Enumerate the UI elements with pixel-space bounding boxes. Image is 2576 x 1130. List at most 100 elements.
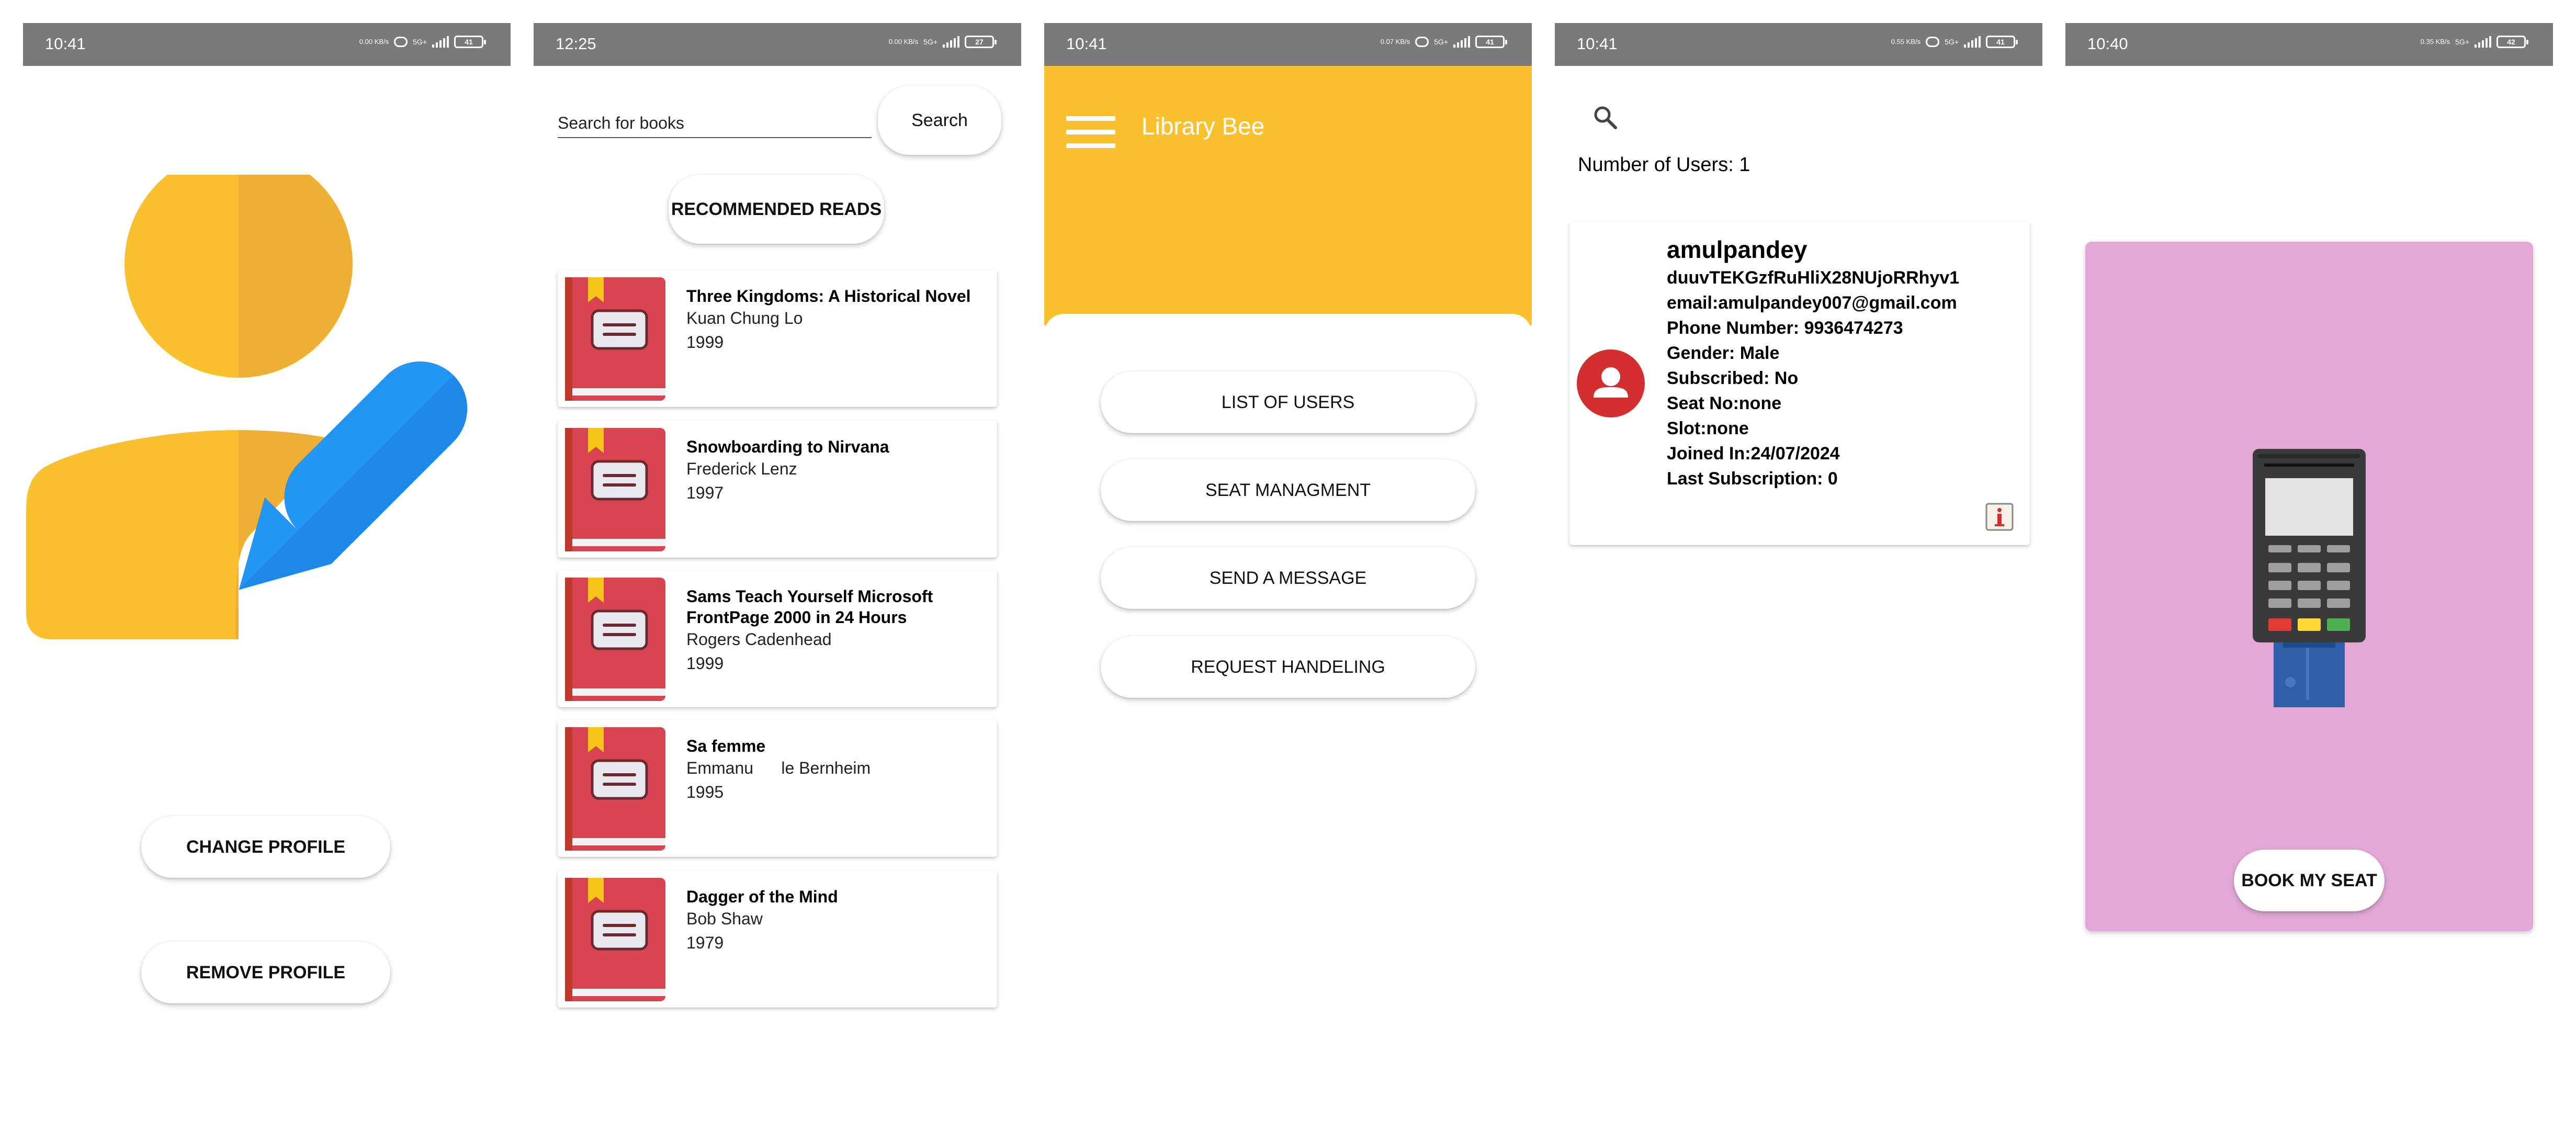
network-speed: 0.07 KB/s <box>1380 38 1410 46</box>
user-last-subscription: Last Subscription: 0 <box>1667 469 1838 489</box>
battery-icon: 41 <box>1475 36 1507 48</box>
battery-level: 27 <box>975 38 984 46</box>
book-title: Sa femme <box>686 737 766 755</box>
status-icons: 0.00 KB/s 5G+ 27 <box>888 36 997 48</box>
seat-card: BOOK MY SEAT <box>2085 242 2533 931</box>
users-screen: 10:41 0.55 KB/s 5G+ 41 Number of Users: … <box>1555 23 2042 1111</box>
status-bar: 10:40 0.35 KB/s 5G+ 42 <box>2065 23 2553 66</box>
book-title: Dagger of the Mind <box>686 887 838 906</box>
profile-screen: 10:41 0.00 KB/s 5G+ 41 CHANGE PROFILE RE… <box>23 23 511 1111</box>
user-seat: Seat No:none <box>1667 393 1782 413</box>
book-year: 1979 <box>686 933 724 952</box>
battery-level: 41 <box>465 38 473 46</box>
network-type: 5G+ <box>1945 38 1959 46</box>
book-card[interactable]: Three Kingdoms: A Historical Novel Kuan … <box>558 270 997 407</box>
avatar <box>1577 349 1645 417</box>
book-card[interactable]: Sams Teach Yourself Microsoft FrontPage … <box>558 570 997 707</box>
network-type: 5G+ <box>923 38 937 46</box>
battery-icon: 42 <box>2496 36 2528 48</box>
remove-profile-button[interactable]: REMOVE PROFILE <box>141 942 390 1003</box>
book-author: Rogers Cadenhead <box>686 630 832 649</box>
user-body <box>26 430 239 639</box>
book-year: 1997 <box>686 483 724 502</box>
user-slot: Slot:none <box>1667 419 1749 438</box>
network-type: 5G+ <box>1434 38 1448 46</box>
seat-screen: 10:40 0.35 KB/s 5G+ 42 BOOK MY SEAT <box>2065 23 2553 1111</box>
network-type: 5G+ <box>2455 38 2469 46</box>
network-speed: 0.55 KB/s <box>1891 38 1921 46</box>
signal-icon <box>1964 36 1981 48</box>
card-terminal-icon <box>2253 449 2366 707</box>
signal-icon <box>943 36 959 48</box>
network-speed: 0.00 KB/s <box>359 38 389 46</box>
book-card[interactable]: Sa femme Emmanu le Bernheim 1995 <box>558 720 997 857</box>
battery-icon: 41 <box>454 36 486 48</box>
hamburger-menu-icon[interactable] <box>1066 116 1115 149</box>
book-icon <box>565 277 665 401</box>
user-edit-icon <box>26 175 468 639</box>
user-phone: Phone Number: 9936474273 <box>1667 318 1903 338</box>
status-time: 10:41 <box>45 35 86 53</box>
signal-icon <box>432 36 449 48</box>
status-icons: 0.00 KB/s 5G+ 41 <box>359 36 486 48</box>
network-speed: 0.00 KB/s <box>888 38 919 46</box>
status-time: 10:41 <box>1577 35 1618 53</box>
list-of-users-button[interactable]: LIST OF USERS <box>1101 371 1475 433</box>
book-card[interactable]: Snowboarding to Nirvana Frederick Lenz 1… <box>558 421 997 558</box>
user-gender: Gender: Male <box>1667 343 1780 363</box>
user-count: Number of Users: 1 <box>1578 154 1750 176</box>
status-icons: 0.07 KB/s 5G+ 41 <box>1380 36 1507 48</box>
book-author: Frederick Lenz <box>686 459 797 478</box>
book-title: Sams Teach Yourself Microsoft FrontPage … <box>686 587 933 627</box>
admin-screen: 10:41 0.07 KB/s 5G+ 41 Library Bee LIST … <box>1044 23 1532 1111</box>
hotspot-icon <box>1926 37 1940 47</box>
status-icons: 0.55 KB/s 5G+ 41 <box>1891 36 2018 48</box>
battery-level: 41 <box>1486 38 1494 46</box>
user-card[interactable]: amulpandey duuvTEKGzfRuHliX28NUjoRRhyv1 … <box>1569 222 2030 545</box>
status-time: 10:41 <box>1066 35 1107 53</box>
battery-level: 42 <box>2507 38 2515 46</box>
user-id: duuvTEKGzfRuHliX28NUjoRRhyv1 <box>1667 268 1960 288</box>
status-bar: 10:41 0.55 KB/s 5G+ 41 <box>1555 23 2042 66</box>
status-icons: 0.35 KB/s 5G+ 42 <box>2420 36 2528 48</box>
request-handling-button[interactable]: REQUEST HANDELING <box>1101 636 1475 698</box>
book-author: Kuan Chung Lo <box>686 309 803 327</box>
info-icon[interactable] <box>1985 502 2014 532</box>
book-title: Three Kingdoms: A Historical Novel <box>686 287 971 306</box>
signal-icon <box>1453 36 1470 48</box>
status-bar: 10:41 0.07 KB/s 5G+ 41 <box>1044 23 1532 66</box>
recommended-reads-button[interactable]: RECOMMENDED READS <box>669 175 884 244</box>
user-name: amulpandey <box>1667 236 1807 263</box>
status-time: 12:25 <box>556 35 596 53</box>
book-title: Snowboarding to Nirvana <box>686 437 889 456</box>
books-screen: 12:25 0.00 KB/s 5G+ 27 Search RECOMMENDE… <box>534 23 1021 1111</box>
status-time: 10:40 <box>2087 35 2128 53</box>
status-bar: 10:41 0.00 KB/s 5G+ 41 <box>23 23 511 66</box>
book-my-seat-button[interactable]: BOOK MY SEAT <box>2234 850 2385 911</box>
search-icon[interactable] <box>1592 105 1618 130</box>
network-type: 5G+ <box>413 38 427 46</box>
search-button[interactable]: Search <box>878 86 1001 155</box>
battery-icon: 27 <box>965 36 997 48</box>
book-icon <box>565 727 665 851</box>
user-email: email:amulpandey007@gmail.com <box>1667 293 1957 313</box>
network-speed: 0.35 KB/s <box>2420 38 2450 46</box>
battery-icon: 41 <box>1986 36 2018 48</box>
book-year: 1999 <box>686 654 724 673</box>
book-card[interactable]: Dagger of the Mind Bob Shaw 1979 <box>558 871 997 1008</box>
change-profile-button[interactable]: CHANGE PROFILE <box>141 816 390 878</box>
book-icon <box>565 428 665 551</box>
app-title: Library Bee <box>1142 112 1265 140</box>
search-input[interactable] <box>558 109 872 138</box>
menu-sheet: LIST OF USERS SEAT MANAGMENT SEND A MESS… <box>1044 314 1532 1111</box>
user-joined: Joined In:24/07/2024 <box>1667 444 1840 464</box>
send-message-button[interactable]: SEND A MESSAGE <box>1101 547 1475 609</box>
user-head-shade <box>239 175 353 378</box>
seat-management-button[interactable]: SEAT MANAGMENT <box>1101 459 1475 521</box>
book-author: Bob Shaw <box>686 909 763 928</box>
battery-level: 41 <box>1996 38 2005 46</box>
user-subscribed: Subscribed: No <box>1667 368 1799 388</box>
book-author: Emmanu le Bernheim <box>686 759 871 777</box>
app-bar: Library Bee <box>1044 66 1532 325</box>
hotspot-icon <box>394 37 408 47</box>
